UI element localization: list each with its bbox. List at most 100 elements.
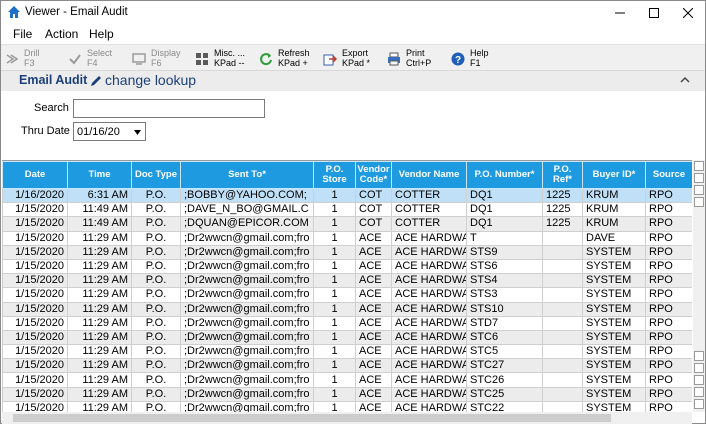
table-row[interactable]: 1/15/2020 11:29 AM P.O. ;Dr2wwcn@gmail.com;…	[2, 287, 692, 303]
table-cell: SYSTEM	[582, 372, 646, 388]
table-cell: ACE HARDWA	[391, 230, 467, 246]
change-lookup-link[interactable]: change lookup	[105, 72, 196, 88]
table-cell: STS6	[466, 258, 543, 275]
table-cell: ;Dr2wwcn@gmail.com;fro	[180, 400, 314, 412]
export-label: Export	[342, 48, 369, 58]
scroll-top-icon[interactable]	[694, 161, 704, 171]
table-row[interactable]: 1/15/2020 11:29 AM P.O. ;Dr2wwcn@gmail.com;…	[2, 386, 692, 402]
table-row[interactable]: 1/15/2020 11:29 AM P.O. ;Dr2wwcn@gmail.com;…	[2, 329, 692, 346]
table-cell	[542, 230, 583, 246]
table-cell: 11:29 AM	[67, 230, 132, 246]
export-icon	[323, 54, 337, 66]
table-cell: STC27	[466, 358, 543, 374]
collapse-caret-icon[interactable]	[680, 76, 690, 84]
table-cell: 1	[313, 372, 356, 388]
table-cell: SYSTEM	[582, 315, 646, 331]
table-cell: 1225	[542, 187, 583, 204]
table-cell: P.O.	[131, 273, 181, 289]
table-cell: ;Dr2wwcn@gmail.com;fro	[180, 386, 314, 402]
horizontal-scrollbar[interactable]	[2, 412, 692, 424]
table-cell: 1/15/2020	[2, 202, 68, 218]
table-row[interactable]: 1/15/2020 11:29 AM P.O. ;Dr2wwcn@gmail.com;…	[2, 230, 692, 246]
table-cell: P.O.	[131, 329, 181, 346]
minimize-button[interactable]	[603, 1, 637, 24]
table-cell: 1/16/2020	[2, 187, 68, 204]
table-cell: COT	[355, 216, 392, 232]
table-cell: RPO	[645, 230, 692, 246]
table-row[interactable]: 1/15/2020 11:29 AM P.O. ;Dr2wwcn@gmail.com;…	[2, 301, 692, 317]
column-header[interactable]: Source	[645, 161, 692, 189]
table-cell: RPO	[645, 216, 692, 232]
table-row[interactable]: 1/15/2020 11:29 AM P.O. ;Dr2wwcn@gmail.com;…	[2, 258, 692, 275]
table-row[interactable]: 1/15/2020 11:29 AM P.O. ;Dr2wwcn@gmail.com;…	[2, 400, 692, 412]
maximize-icon	[649, 7, 659, 18]
vertical-scrollbar[interactable]	[693, 160, 705, 412]
column-header[interactable]: Vendor Code*	[355, 161, 392, 189]
menu-file[interactable]: File	[13, 27, 32, 41]
table-row[interactable]: 1/15/2020 11:29 AM P.O. ;Dr2wwcn@gmail.com;…	[2, 344, 692, 360]
table-cell: 1/15/2020	[2, 315, 68, 331]
scroll-up-icon[interactable]	[694, 173, 704, 183]
table-cell: 1	[313, 244, 356, 260]
column-header[interactable]: Vendor Name	[391, 161, 467, 189]
misc-icon	[196, 53, 208, 65]
table-row[interactable]: 1/15/2020 11:29 AM P.O. ;Dr2wwcn@gmail.com;…	[2, 372, 692, 388]
table-cell: 11:29 AM	[67, 258, 132, 275]
column-header[interactable]: P.O. Ref*	[542, 161, 583, 189]
scroll-pageup-icon[interactable]	[694, 185, 704, 195]
scroll-bottom-icon[interactable]	[694, 387, 704, 397]
close-icon	[683, 7, 693, 18]
table-cell: ACE	[355, 400, 392, 412]
column-header[interactable]: Date	[2, 161, 68, 189]
column-header[interactable]: P.O. Store	[313, 161, 356, 189]
table-row[interactable]: 1/15/2020 11:49 AM P.O. ;DQUAN@EPICOR.COM 1 C…	[2, 216, 692, 232]
column-header[interactable]: Buyer ID*	[582, 161, 646, 189]
table-row[interactable]: 1/15/2020 11:29 AM P.O. ;Dr2wwcn@gmail.com;…	[2, 315, 692, 331]
grid-body: 1/16/2020 6:31 AM P.O. ;BOBBY@YAHOO.COM; 1 CO…	[2, 187, 692, 412]
column-header[interactable]: Time	[67, 161, 132, 189]
table-cell: ;Dr2wwcn@gmail.com;fro	[180, 287, 314, 303]
menu-help[interactable]: Help	[89, 27, 114, 41]
table-cell: ACE HARDWA	[391, 358, 467, 374]
search-input[interactable]	[73, 99, 265, 118]
table-cell: RPO	[645, 329, 692, 346]
table-cell: SYSTEM	[582, 400, 646, 412]
table-row[interactable]: 1/15/2020 11:29 AM P.O. ;Dr2wwcn@gmail.com;…	[2, 358, 692, 374]
table-row[interactable]: 1/16/2020 6:31 AM P.O. ;BOBBY@YAHOO.COM; 1 CO…	[2, 187, 692, 204]
table-cell: 1	[313, 230, 356, 246]
table-cell: 11:49 AM	[67, 202, 132, 218]
thru-date-select[interactable]: 01/16/20	[73, 122, 146, 141]
table-cell: STS9	[466, 244, 543, 260]
print-label: Print	[406, 48, 425, 58]
horizontal-scroll-thumb[interactable]	[13, 414, 611, 422]
table-cell: 1	[313, 273, 356, 289]
table-row[interactable]: 1/15/2020 11:49 AM P.O. ;DAVE_N_BO@GMAIL.C 1…	[2, 202, 692, 218]
column-header[interactable]: Doc Type	[131, 161, 181, 189]
table-cell: SYSTEM	[582, 358, 646, 374]
scroll-line-down-icon[interactable]	[694, 351, 704, 361]
table-cell: 11:29 AM	[67, 386, 132, 402]
svg-text:?: ?	[455, 55, 461, 66]
thru-date-label: Thru Date	[21, 125, 70, 137]
maximize-button[interactable]	[637, 1, 671, 24]
column-header[interactable]: Sent To*	[180, 161, 314, 189]
table-cell: 1/15/2020	[2, 244, 68, 260]
table-cell: 6:31 AM	[67, 187, 132, 204]
table-cell: ;Dr2wwcn@gmail.com;fro	[180, 329, 314, 346]
close-button[interactable]	[671, 1, 705, 24]
scroll-pagedown-icon[interactable]	[694, 363, 704, 373]
scroll-down-icon[interactable]	[694, 375, 704, 385]
table-row[interactable]: 1/15/2020 11:29 AM P.O. ;Dr2wwcn@gmail.com;…	[2, 244, 692, 260]
table-cell: RPO	[645, 301, 692, 317]
table-row[interactable]: 1/15/2020 11:29 AM P.O. ;Dr2wwcn@gmail.com;…	[2, 273, 692, 289]
scroll-line-up-icon[interactable]	[694, 197, 704, 207]
menu-action[interactable]: Action	[45, 27, 78, 41]
scroll-lock-icon[interactable]	[694, 399, 704, 409]
table-cell: ;DQUAN@EPICOR.COM	[180, 216, 314, 232]
column-header[interactable]: P.O. Number*	[466, 161, 543, 189]
table-cell: DQ1	[466, 202, 543, 218]
table-cell: ;Dr2wwcn@gmail.com;fro	[180, 301, 314, 317]
table-cell: RPO	[645, 273, 692, 289]
table-cell: SYSTEM	[582, 329, 646, 346]
print-icon	[388, 52, 400, 66]
